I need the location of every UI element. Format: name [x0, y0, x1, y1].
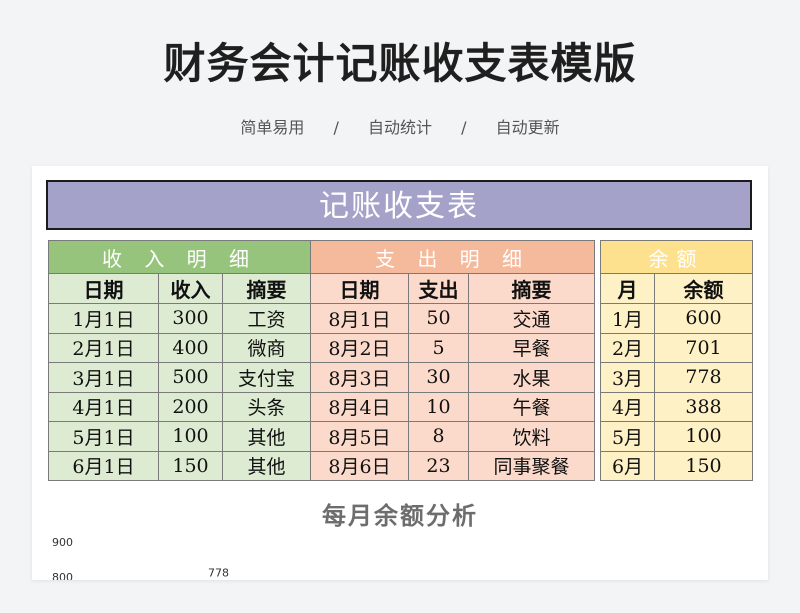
- table-row: 4月1日 200 头条: [48, 391, 312, 422]
- expense-cell[interactable]: 午餐: [467, 391, 596, 422]
- expense-column-header: 摘要: [467, 273, 596, 304]
- income-cell[interactable]: 支付宝: [221, 362, 312, 393]
- table-row: 8月6日 23 同事聚餐: [310, 450, 596, 481]
- balance-table: 余额月余额 1月 600 2月 701 3月 778 4月 388 5月 100 6月 150: [600, 240, 753, 481]
- income-cell[interactable]: 其他: [221, 450, 312, 481]
- expense-cell[interactable]: 8月2日: [310, 332, 409, 363]
- tag-separator: /: [333, 118, 339, 137]
- expense-cell[interactable]: 8月4日: [310, 391, 409, 422]
- income-section-header: 收 入 明 细: [47, 240, 312, 274]
- balance-column-header: 余额: [654, 273, 753, 304]
- expense-cell[interactable]: 水果: [467, 362, 596, 393]
- table-row: 4月 388: [600, 391, 753, 422]
- expense-cell[interactable]: 10: [408, 391, 469, 422]
- table-row: 6月 150: [600, 450, 753, 481]
- income-cell[interactable]: 1月1日: [48, 303, 159, 334]
- income-column-header: 收入: [158, 273, 223, 304]
- feature-tags: 简单易用 / 自动统计 / 自动更新: [0, 114, 800, 138]
- expense-cell[interactable]: 8月5日: [310, 421, 409, 452]
- table-row: 8月5日 8 饮料: [310, 421, 596, 452]
- income-cell[interactable]: 头条: [221, 391, 312, 422]
- expense-cell[interactable]: 5: [408, 332, 469, 363]
- expense-column-header: 日期: [310, 273, 409, 304]
- balance-cell[interactable]: 3月: [600, 362, 655, 393]
- table-row: 1月1日 300 工资: [48, 303, 312, 334]
- table-row: 3月 778: [600, 362, 753, 393]
- income-cell[interactable]: 4月1日: [48, 391, 159, 422]
- data-label: 778: [208, 567, 229, 580]
- tag-easy: 简单易用: [240, 118, 305, 137]
- income-cell[interactable]: 150: [158, 450, 223, 481]
- income-column-header: 日期: [48, 273, 159, 304]
- income-cell[interactable]: 300: [158, 303, 223, 334]
- balance-cell[interactable]: 6月: [600, 450, 655, 481]
- tag-auto-update: 自动更新: [495, 118, 560, 137]
- table-row: 2月 701: [600, 332, 753, 363]
- table-row: 3月1日 500 支付宝: [48, 362, 312, 393]
- income-cell[interactable]: 200: [158, 391, 223, 422]
- tag-auto-stat: 自动统计: [367, 118, 432, 137]
- expense-cell[interactable]: 早餐: [467, 332, 596, 363]
- expense-cell[interactable]: 50: [408, 303, 469, 334]
- table-row: 8月3日 30 水果: [310, 362, 596, 393]
- expense-column-header: 支出: [408, 273, 469, 304]
- table-row: 8月1日 50 交通: [310, 303, 596, 334]
- spreadsheet-preview: 记账收支表 收 入 明 细日期 收入 摘要 1月1日 300 工资 2月1日 400 微商 3月1…: [32, 166, 768, 580]
- balance-section-header: 余额: [600, 240, 753, 274]
- y-tick-label: 800: [52, 571, 73, 580]
- balance-cell[interactable]: 100: [654, 421, 753, 452]
- income-cell[interactable]: 2月1日: [48, 332, 159, 363]
- balance-column-header: 月: [600, 273, 655, 304]
- balance-cell[interactable]: 5月: [600, 421, 655, 452]
- income-column-header: 摘要: [221, 273, 312, 304]
- table-row: 2月1日 400 微商: [48, 332, 312, 363]
- balance-cell[interactable]: 600: [654, 303, 753, 334]
- expense-cell[interactable]: 8: [408, 421, 469, 452]
- y-tick-label: 900: [52, 536, 73, 549]
- income-table: 收 入 明 细日期 收入 摘要 1月1日 300 工资 2月1日 400 微商 3月1日 500 支付…: [47, 240, 312, 481]
- income-cell[interactable]: 工资: [221, 303, 312, 334]
- expense-cell[interactable]: 饮料: [467, 421, 596, 452]
- expense-section-header: 支 出 明 细: [309, 240, 596, 274]
- sheet-title: 记账收支表: [46, 180, 752, 230]
- balance-cell[interactable]: 2月: [600, 332, 655, 363]
- balance-cell[interactable]: 1月: [600, 303, 655, 334]
- expense-cell[interactable]: 同事聚餐: [467, 450, 596, 481]
- balance-cell[interactable]: 4月: [600, 391, 655, 422]
- balance-cell[interactable]: 150: [654, 450, 753, 481]
- table-row: 5月 100: [600, 421, 753, 452]
- balance-chart: 900800778701: [52, 536, 229, 580]
- income-cell[interactable]: 500: [158, 362, 223, 393]
- page-title: 财务会计记账收支表模版: [163, 39, 637, 88]
- expense-cell[interactable]: 8月1日: [310, 303, 409, 334]
- expense-cell[interactable]: 8月3日: [310, 362, 409, 393]
- income-cell[interactable]: 微商: [221, 332, 312, 363]
- expense-cell[interactable]: 23: [408, 450, 469, 481]
- table-row: 8月4日 10 午餐: [310, 391, 596, 422]
- expense-cell[interactable]: 交通: [467, 303, 596, 334]
- balance-cell[interactable]: 778: [654, 362, 753, 393]
- table-row: 8月2日 5 早餐: [310, 332, 596, 363]
- expense-cell[interactable]: 8月6日: [310, 450, 409, 481]
- table-row: 6月1日 150 其他: [48, 450, 312, 481]
- balance-cell[interactable]: 388: [654, 391, 753, 422]
- income-cell[interactable]: 400: [158, 332, 223, 363]
- balance-cell[interactable]: 701: [654, 332, 753, 363]
- income-cell[interactable]: 5月1日: [48, 421, 159, 452]
- income-cell[interactable]: 其他: [221, 421, 312, 452]
- expense-table: 支 出 明 细日期 支出 摘要 8月1日 50 交通 8月2日 5 早餐 8月3日 30 水果 8月4日…: [309, 240, 596, 481]
- expense-cell[interactable]: 30: [408, 362, 469, 393]
- tag-separator: /: [461, 118, 467, 137]
- income-cell[interactable]: 100: [158, 421, 223, 452]
- income-cell[interactable]: 6月1日: [48, 450, 159, 481]
- income-cell[interactable]: 3月1日: [48, 362, 159, 393]
- table-row: 1月 600: [600, 303, 753, 334]
- table-row: 5月1日 100 其他: [48, 421, 312, 452]
